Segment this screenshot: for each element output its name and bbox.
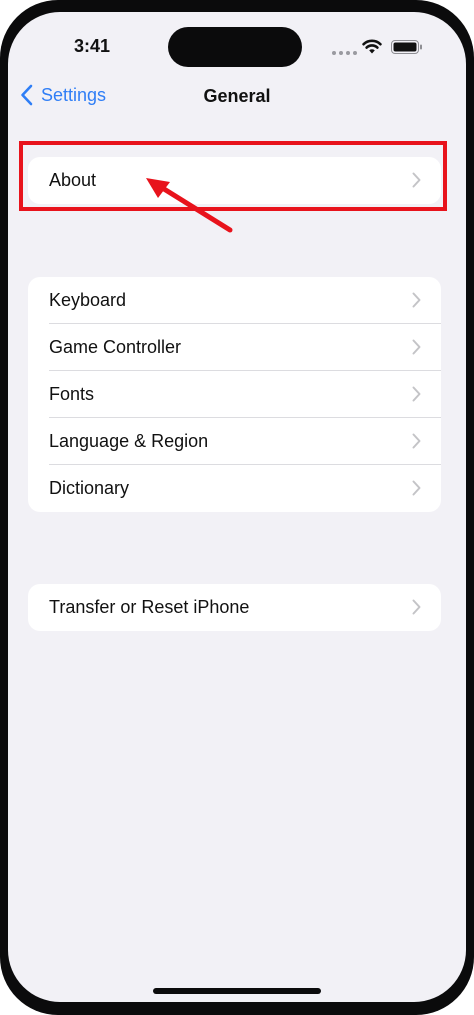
chevron-right-icon bbox=[412, 339, 421, 355]
settings-row-label: Fonts bbox=[49, 384, 95, 404]
settings-row-label: Game Controller bbox=[49, 337, 182, 357]
settings-row-about[interactable]: About bbox=[28, 157, 441, 204]
settings-row-dictionary[interactable]: Dictionary bbox=[28, 465, 441, 512]
chevron-right-icon bbox=[412, 433, 421, 449]
chevron-right-icon bbox=[412, 292, 421, 308]
settings-row-transfer-reset[interactable]: Transfer or Reset iPhone bbox=[28, 584, 441, 631]
status-time: 3:41 bbox=[74, 36, 111, 56]
dynamic-island bbox=[168, 27, 302, 67]
settings-group-about: About bbox=[28, 157, 441, 204]
settings-row-label: Keyboard bbox=[49, 290, 127, 310]
home-indicator bbox=[153, 988, 321, 994]
settings-row-label: Dictionary bbox=[49, 478, 130, 498]
chevron-right-icon bbox=[412, 599, 421, 615]
signal-dots-icon bbox=[332, 51, 357, 55]
settings-group-reset: Transfer or Reset iPhone bbox=[28, 584, 441, 631]
battery-icon bbox=[391, 40, 422, 54]
phone-frame: 3:41 Settings General About Keyboard Gam… bbox=[0, 0, 474, 1015]
settings-row-fonts[interactable]: Fonts bbox=[28, 371, 441, 418]
chevron-right-icon bbox=[412, 480, 421, 496]
chevron-right-icon bbox=[412, 386, 421, 402]
settings-row-language-region[interactable]: Language & Region bbox=[28, 418, 441, 465]
settings-row-game-controller[interactable]: Game Controller bbox=[28, 324, 441, 371]
page-title: General bbox=[203, 86, 271, 106]
settings-row-label: About bbox=[49, 170, 97, 190]
wifi-icon bbox=[362, 39, 382, 54]
screen: 3:41 Settings General About Keyboard Gam… bbox=[8, 12, 466, 1002]
chevron-right-icon bbox=[412, 172, 421, 188]
settings-row-keyboard[interactable]: Keyboard bbox=[28, 277, 441, 324]
settings-row-label: Transfer or Reset iPhone bbox=[49, 597, 250, 617]
settings-group-input: Keyboard Game Controller Fonts Language … bbox=[28, 277, 441, 512]
settings-row-label: Language & Region bbox=[49, 431, 209, 451]
